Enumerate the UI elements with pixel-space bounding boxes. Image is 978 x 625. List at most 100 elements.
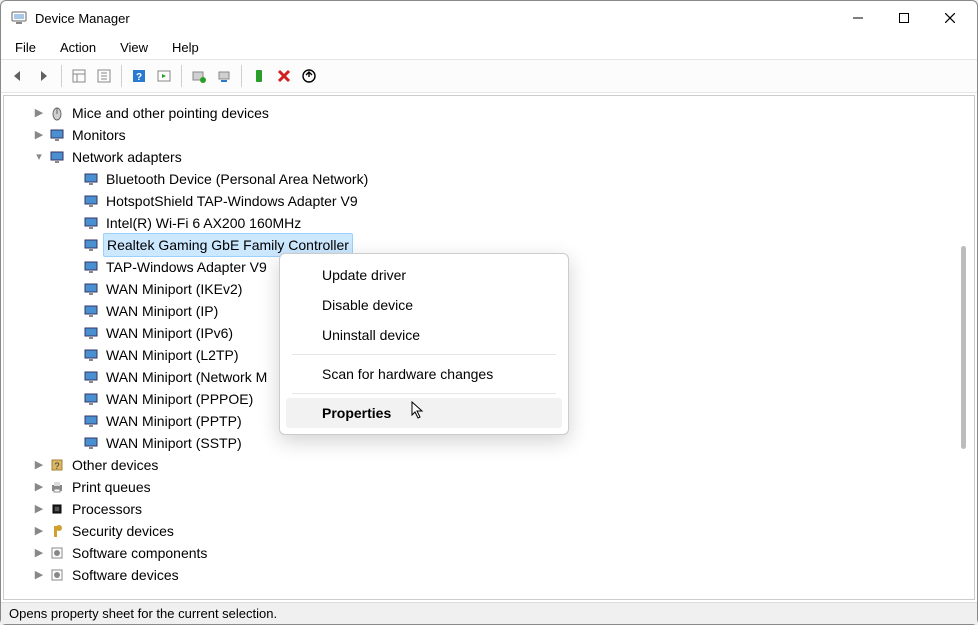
tree-label: Bluetooth Device (Personal Area Network): [104, 168, 370, 190]
tree-label: Security devices: [70, 520, 176, 542]
network-icon: [82, 170, 100, 188]
properties-toolbar-button[interactable]: [92, 64, 116, 88]
chevron-right-icon[interactable]: ▶: [32, 124, 46, 146]
menu-help[interactable]: Help: [162, 38, 209, 57]
tree-node-printq[interactable]: ▶ Print queues: [12, 476, 974, 498]
device-manager-window: Device Manager File Action View Help ?: [0, 0, 978, 625]
tree-label: HotspotShield TAP-Windows Adapter V9: [104, 190, 360, 212]
other-icon: ?: [48, 456, 66, 474]
chevron-right-icon[interactable]: ▶: [32, 102, 46, 124]
svg-text:?: ?: [54, 461, 59, 471]
network-icon: [82, 346, 100, 364]
network-icon: [82, 258, 100, 276]
tree-label: WAN Miniport (PPTP): [104, 410, 244, 432]
chevron-right-icon[interactable]: ▶: [32, 520, 46, 542]
back-button[interactable]: [7, 64, 31, 88]
chevron-right-icon[interactable]: ▶: [32, 564, 46, 586]
tree-label: Other devices: [70, 454, 160, 476]
network-icon: [82, 324, 100, 342]
tree-node-swc[interactable]: ▶ Software components: [12, 542, 974, 564]
tree-label: WAN Miniport (IPv6): [104, 322, 235, 344]
menu-action[interactable]: Action: [50, 38, 106, 57]
maximize-button[interactable]: [881, 3, 927, 33]
tree-label: WAN Miniport (SSTP): [104, 432, 244, 454]
status-text: Opens property sheet for the current sel…: [9, 606, 277, 621]
chevron-right-icon[interactable]: ▶: [32, 454, 46, 476]
software-icon: [48, 544, 66, 562]
security-icon: [48, 522, 66, 540]
help-toolbar-button[interactable]: ?: [127, 64, 151, 88]
toolbar: ?: [1, 59, 977, 93]
minimize-button[interactable]: [835, 3, 881, 33]
separator: [292, 393, 556, 394]
tree-node-sec[interactable]: ▶ Security devices: [12, 520, 974, 542]
tree-label: WAN Miniport (PPPOE): [104, 388, 255, 410]
tree-node-wifi[interactable]: Intel(R) Wi-Fi 6 AX200 160MHz: [12, 212, 974, 234]
tree-label: Processors: [70, 498, 144, 520]
menu-view[interactable]: View: [110, 38, 158, 57]
menubar: File Action View Help: [1, 35, 977, 59]
cursor-icon: [411, 401, 425, 419]
tree-node-swd[interactable]: ▶ Software devices: [12, 564, 974, 586]
tree-label: Network adapters: [70, 146, 184, 168]
network-icon: [82, 368, 100, 386]
chevron-right-icon[interactable]: ▶: [32, 542, 46, 564]
tree-node-proc[interactable]: ▶ Processors: [12, 498, 974, 520]
tree-label: WAN Miniport (IKEv2): [104, 278, 244, 300]
network-icon: [48, 148, 66, 166]
network-icon: [82, 302, 100, 320]
close-button[interactable]: [927, 3, 973, 33]
show-hide-tree-button[interactable]: [67, 64, 91, 88]
separator: [292, 354, 556, 355]
enable-device-button[interactable]: [247, 64, 271, 88]
tree-label: Mice and other pointing devices: [70, 102, 271, 124]
tree-node-hotspot[interactable]: HotspotShield TAP-Windows Adapter V9: [12, 190, 974, 212]
tree-label: Software devices: [70, 564, 181, 586]
add-legacy-button[interactable]: [212, 64, 236, 88]
uninstall-device-button[interactable]: [272, 64, 296, 88]
network-icon: [82, 214, 100, 232]
network-icon: [82, 390, 100, 408]
monitor-icon: [48, 126, 66, 144]
cm-update-driver[interactable]: Update driver: [286, 260, 562, 290]
forward-button[interactable]: [32, 64, 56, 88]
update-driver-button[interactable]: [297, 64, 321, 88]
vertical-scrollbar[interactable]: [961, 246, 966, 449]
chevron-down-icon[interactable]: ▾: [32, 146, 46, 168]
statusbar: Opens property sheet for the current sel…: [1, 602, 977, 624]
chevron-right-icon[interactable]: ▶: [32, 498, 46, 520]
software-icon: [48, 566, 66, 584]
tree-node-sstp[interactable]: WAN Miniport (SSTP): [12, 432, 974, 454]
tree-label: WAN Miniport (L2TP): [104, 344, 241, 366]
network-icon: [82, 192, 100, 210]
cm-scan-hardware[interactable]: Scan for hardware changes: [286, 359, 562, 389]
scan-hardware-button[interactable]: [187, 64, 211, 88]
tree-label: Software components: [70, 542, 209, 564]
tree-label: Print queues: [70, 476, 153, 498]
tree-label: Monitors: [70, 124, 128, 146]
tree-label: TAP-Windows Adapter V9: [104, 256, 269, 278]
network-icon: [82, 412, 100, 430]
svg-text:?: ?: [136, 72, 142, 83]
chevron-right-icon[interactable]: ▶: [32, 476, 46, 498]
window-title: Device Manager: [35, 11, 130, 26]
tree-node-network-adapters[interactable]: ▾ Network adapters: [12, 146, 974, 168]
tree-node-bluetooth[interactable]: Bluetooth Device (Personal Area Network): [12, 168, 974, 190]
menu-file[interactable]: File: [5, 38, 46, 57]
cm-uninstall-device[interactable]: Uninstall device: [286, 320, 562, 350]
tree-label: WAN Miniport (Network M: [104, 366, 269, 388]
cpu-icon: [48, 500, 66, 518]
app-icon: [11, 10, 27, 26]
action-toolbar-button[interactable]: [152, 64, 176, 88]
network-icon: [82, 434, 100, 452]
tree-label: WAN Miniport (IP): [104, 300, 220, 322]
tree-node-monitors[interactable]: ▶ Monitors: [12, 124, 974, 146]
tree-node-mice[interactable]: ▶ Mice and other pointing devices: [12, 102, 974, 124]
tree-node-other[interactable]: ▶? Other devices: [12, 454, 974, 476]
titlebar: Device Manager: [1, 1, 977, 35]
network-icon: [82, 280, 100, 298]
mouse-icon: [48, 104, 66, 122]
cm-disable-device[interactable]: Disable device: [286, 290, 562, 320]
printer-icon: [48, 478, 66, 496]
tree-label: Intel(R) Wi-Fi 6 AX200 160MHz: [104, 212, 303, 234]
